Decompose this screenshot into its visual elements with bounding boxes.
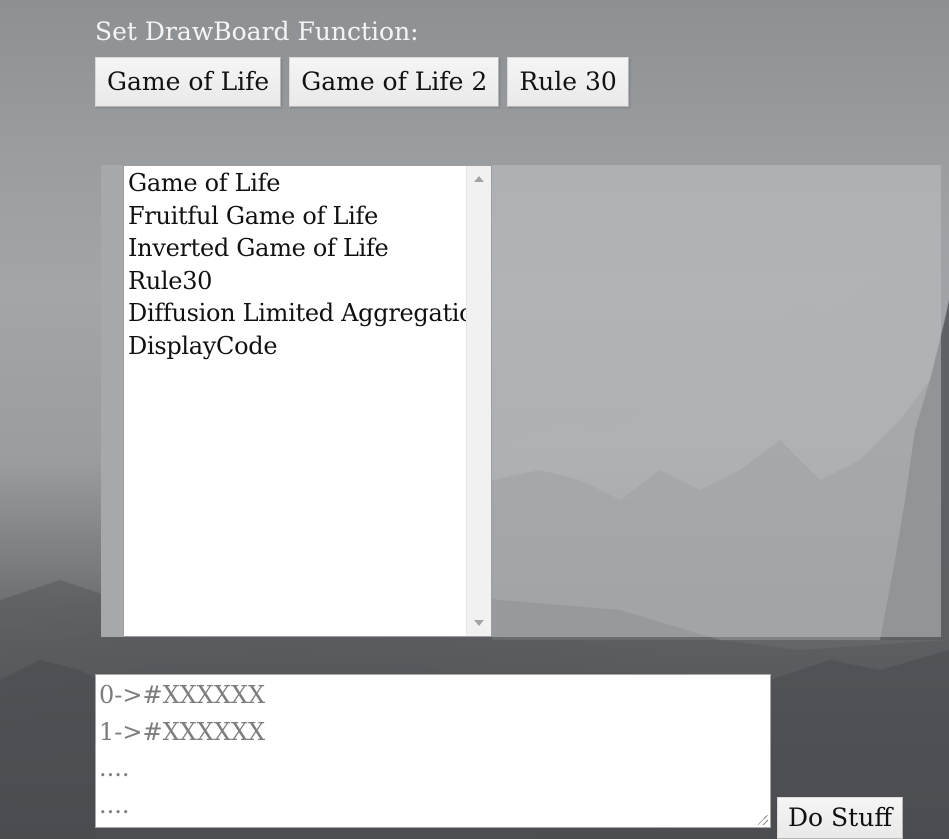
list-item[interactable]: Diffusion Limited Aggregation	[128, 297, 489, 330]
function-listbox[interactable]: Game of Life Fruitful Game of Life Inver…	[123, 165, 492, 637]
panel-left-strip	[101, 165, 123, 637]
listbox-scrollbar[interactable]	[466, 166, 491, 636]
chevron-up-icon[interactable]	[474, 176, 484, 182]
game-of-life-button[interactable]: Game of Life	[95, 57, 282, 107]
list-item[interactable]: Fruitful Game of Life	[128, 200, 489, 233]
list-item[interactable]: Inverted Game of Life	[128, 232, 489, 265]
function-list: Game of Life Fruitful Game of Life Inver…	[128, 167, 489, 362]
color-mapping-textarea[interactable]: 0->#XXXXXX 1->#XXXXXX .... ....	[95, 674, 771, 828]
do-stuff-button[interactable]: Do Stuff	[777, 797, 904, 839]
list-item[interactable]: DisplayCode	[128, 330, 489, 363]
page-title: Set DrawBoard Function:	[95, 17, 419, 46]
list-item[interactable]: Game of Life	[128, 167, 489, 200]
list-item[interactable]: Rule30	[128, 265, 489, 298]
resize-grip-icon[interactable]	[758, 815, 768, 825]
game-of-life-2-button[interactable]: Game of Life 2	[289, 57, 500, 107]
rule-30-button[interactable]: Rule 30	[507, 57, 629, 107]
chevron-down-icon[interactable]	[474, 620, 484, 626]
function-button-row: Game of Life Game of Life 2 Rule 30	[95, 57, 629, 107]
